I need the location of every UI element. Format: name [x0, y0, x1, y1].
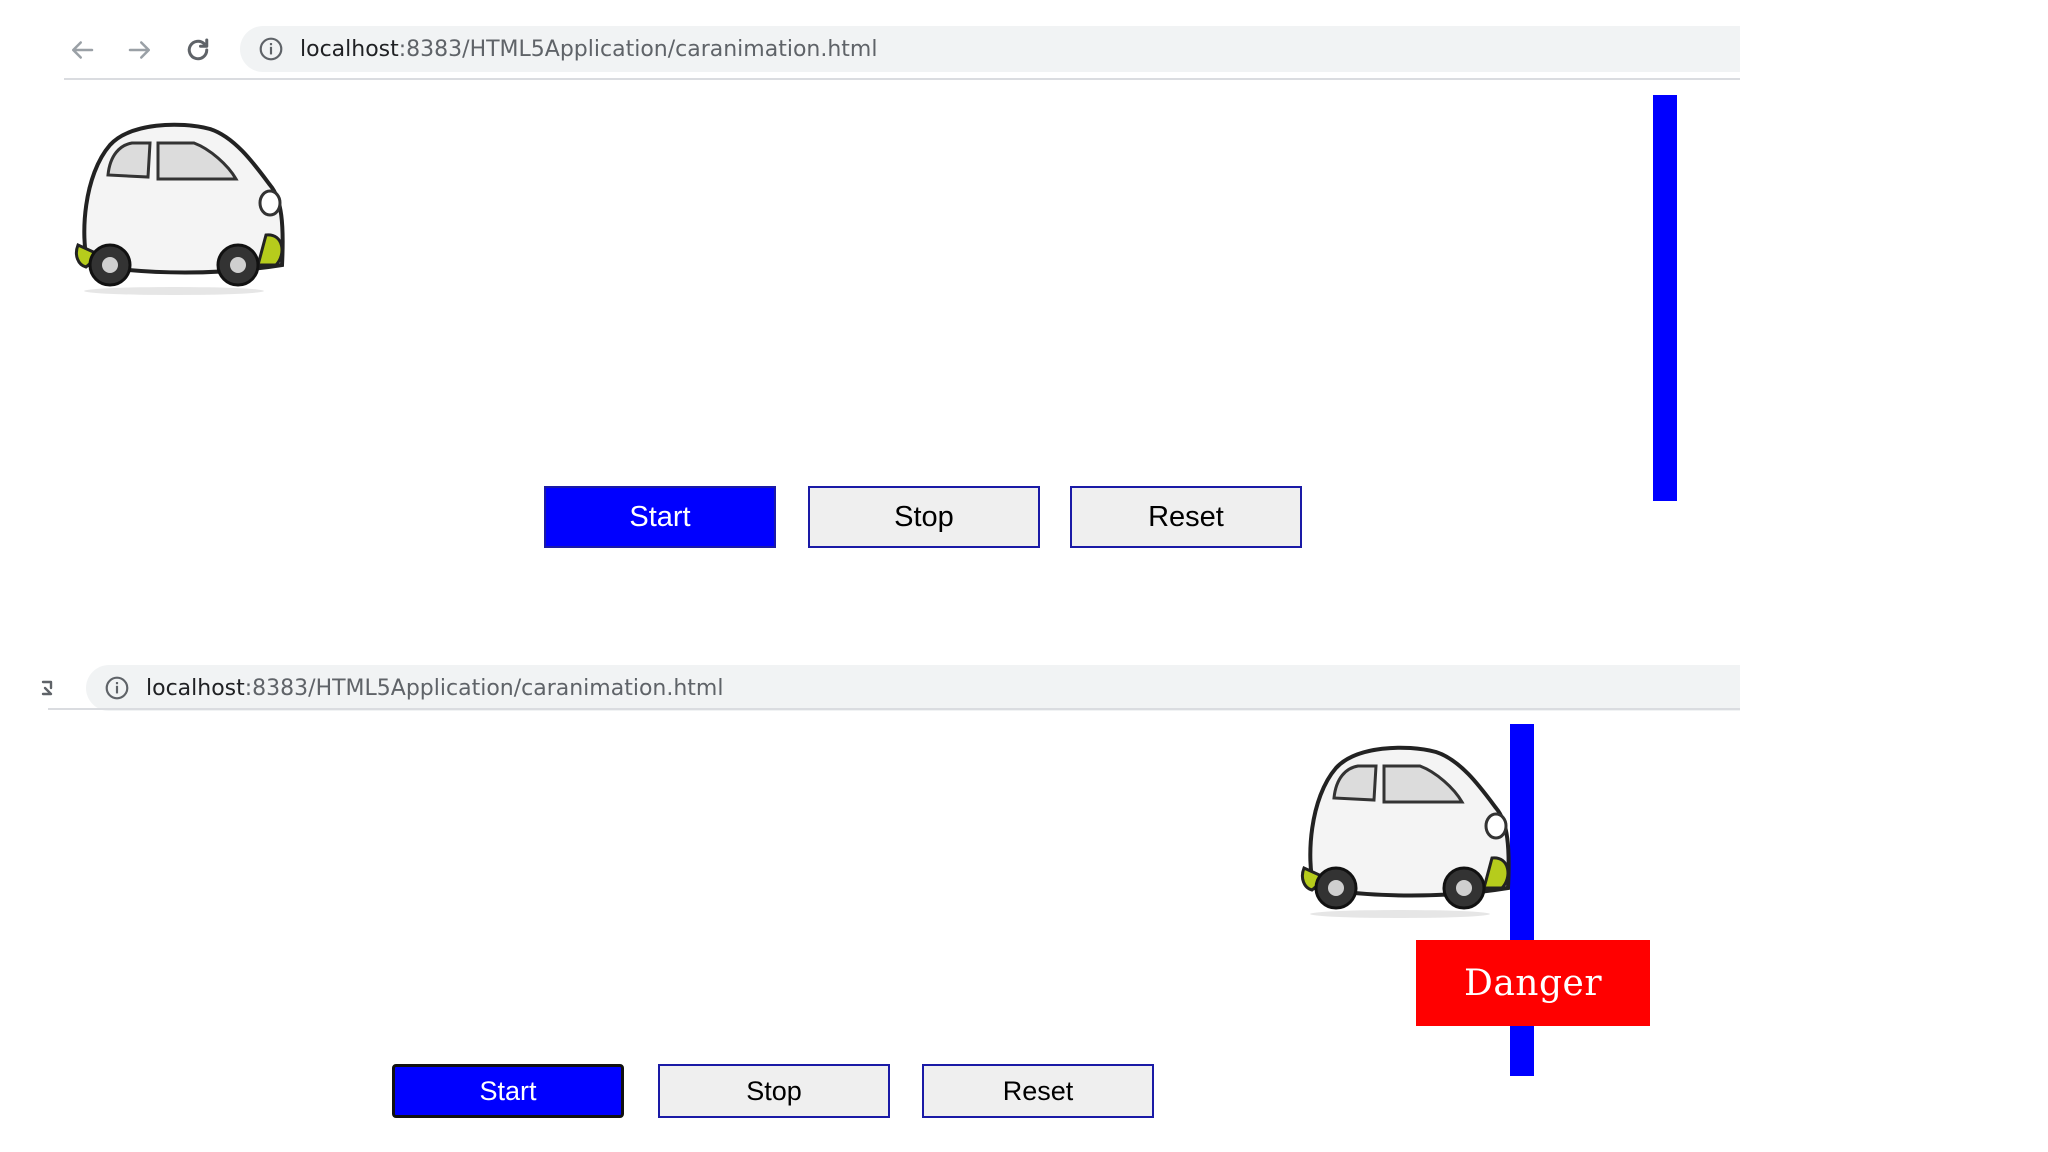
- stop-button[interactable]: Stop: [658, 1064, 890, 1118]
- danger-alert: Danger: [1416, 940, 1650, 1026]
- stop-button[interactable]: Stop: [808, 486, 1040, 548]
- url-text: localhost:8383/HTML5Application/caranima…: [300, 36, 878, 62]
- reload-icon: [41, 680, 53, 696]
- start-button[interactable]: Start: [544, 486, 776, 548]
- info-icon[interactable]: [256, 34, 286, 64]
- forward-button[interactable]: [120, 30, 160, 70]
- url-text: localhost:8383/HTML5Application/caranima…: [146, 675, 724, 701]
- info-icon[interactable]: [102, 673, 132, 703]
- reload-button[interactable]: [178, 30, 218, 70]
- arrow-right-icon: [128, 41, 150, 59]
- car-icon: [1300, 745, 1511, 920]
- back-button[interactable]: [62, 30, 102, 70]
- reload-button[interactable]: [36, 668, 60, 708]
- arrow-left-icon: [72, 41, 94, 59]
- toolbar-divider: [64, 78, 1740, 80]
- browser-toolbar: localhost:8383/HTML5Application/caranima…: [0, 22, 1740, 78]
- blue-wall: [1653, 95, 1677, 501]
- toolbar-divider: [48, 708, 1740, 710]
- address-bar[interactable]: localhost:8383/HTML5Application/caranima…: [86, 665, 1740, 711]
- car-icon: [74, 122, 285, 298]
- start-button[interactable]: Start: [392, 1064, 624, 1118]
- reset-button[interactable]: Reset: [1070, 486, 1302, 548]
- reload-icon: [187, 38, 209, 61]
- address-bar[interactable]: localhost:8383/HTML5Application/caranima…: [240, 26, 1740, 72]
- reset-button[interactable]: Reset: [922, 1064, 1154, 1118]
